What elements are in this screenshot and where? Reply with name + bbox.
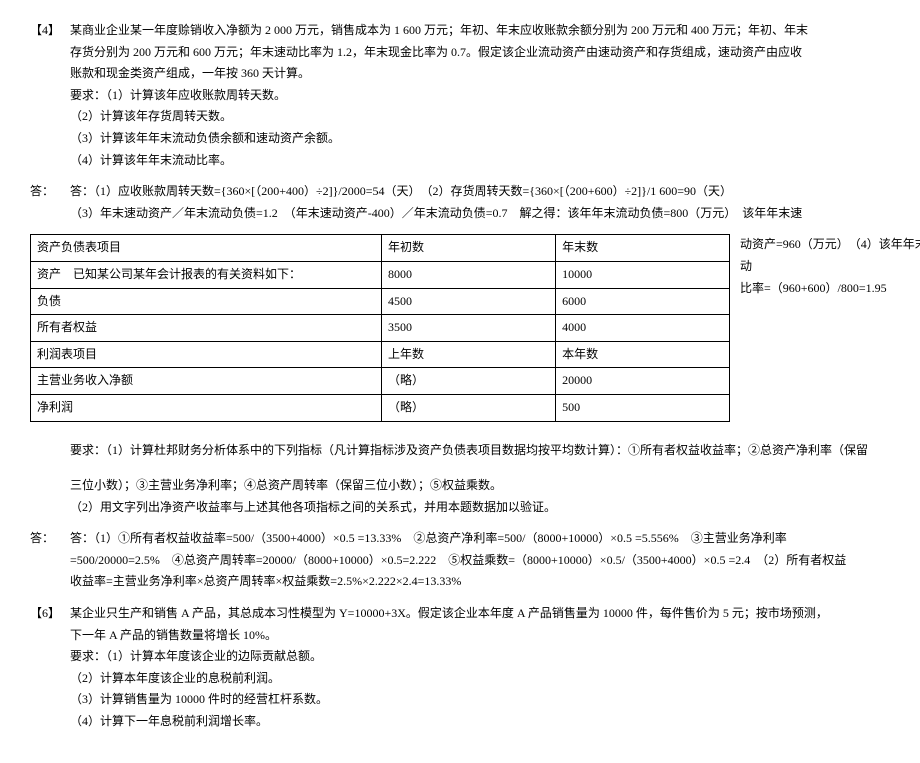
q5-body: 要求：（1）计算杜邦财务分析体系中的下列指标（凡计算指标涉及资产负债表项目数据均… xyxy=(70,440,890,519)
a4-label: 答： xyxy=(30,181,54,203)
a4-line: 答：（1）应收账款周转天数={360×[（200+400）÷2]}/2000=5… xyxy=(70,181,890,203)
table-row: 资产 已知某公司某年会计报表的有关资料如下： 8000 10000 xyxy=(31,261,730,288)
table-row: 负债 4500 6000 xyxy=(31,288,730,315)
q6-line: 要求：（1）计算本年度该企业的边际贡献总额。 xyxy=(70,646,890,668)
q4-line: 要求：（1）计算该年应收账款周转天数。 xyxy=(70,85,890,107)
cell: 利润表项目 xyxy=(31,341,382,368)
cell: 10000 xyxy=(556,261,730,288)
question-5: 要求：（1）计算杜邦财务分析体系中的下列指标（凡计算指标涉及资产负债表项目数据均… xyxy=(30,440,890,519)
q4-line: 存货分别为 200 万元和 600 万元；年末速动比率为 1.2，年末现金比率为… xyxy=(70,42,890,64)
cell: 20000 xyxy=(556,368,730,395)
a5-line: =500/20000=2.5% ④总资产周转率=20000/（8000+1000… xyxy=(70,550,890,572)
question-6: 【6】 某企业只生产和销售 A 产品，其总成本习性模型为 Y=10000+3X。… xyxy=(30,603,890,733)
cell: 负债 xyxy=(31,288,382,315)
a5-body: 答：（1）①所有者权益收益率=500/（3500+4000）×0.5 =13.3… xyxy=(70,528,890,593)
cell: 年末数 xyxy=(556,235,730,262)
cell: （略） xyxy=(381,368,555,395)
q6-line: 某企业只生产和销售 A 产品，其总成本习性模型为 Y=10000+3X。假定该企… xyxy=(70,603,890,625)
table-row: 资产负债表项目 年初数 年末数 xyxy=(31,235,730,262)
cell: 6000 xyxy=(556,288,730,315)
cell: 资产负债表项目 xyxy=(31,235,382,262)
answer-4: 答： 答：（1）应收账款周转天数={360×[（200+400）÷2]}/200… xyxy=(30,181,890,224)
cell: 净利润 xyxy=(31,394,382,421)
q6-line: 下一年 A 产品的销售数量将增长 10%。 xyxy=(70,625,890,647)
q4-label: 【4】 xyxy=(30,20,60,42)
q4-line: （4）计算该年年末流动比率。 xyxy=(70,150,890,172)
q4-body: 某商业企业某一年度赊销收入净额为 2 000 万元，销售成本为 1 600 万元… xyxy=(70,20,890,171)
balance-table: 资产负债表项目 年初数 年末数 资产 已知某公司某年会计报表的有关资料如下： 8… xyxy=(30,234,730,421)
q4-line: 某商业企业某一年度赊销收入净额为 2 000 万元，销售成本为 1 600 万元… xyxy=(70,20,890,42)
cell: 500 xyxy=(556,394,730,421)
cell: （略） xyxy=(381,394,555,421)
q5-line: 三位小数）；③主营业务净利率；④总资产周转率（保留三位小数）；⑤权益乘数。 xyxy=(70,475,890,497)
a4-line: （3）年末速动资产／年末流动负债=1.2 （年末速动资产-400）／年末流动负债… xyxy=(70,203,890,225)
answer-5: 答： 答：（1）①所有者权益收益率=500/（3500+4000）×0.5 =1… xyxy=(30,528,890,593)
table-row: 利润表项目 上年数 本年数 xyxy=(31,341,730,368)
table-wrap: 动资产=960（万元） （4）该年年末流动 比率=（960+600）/800=1… xyxy=(30,234,890,421)
table-row: 所有者权益 3500 4000 xyxy=(31,315,730,342)
side-note: 动资产=960（万元） （4）该年年末流动 比率=（960+600）/800=1… xyxy=(740,234,920,299)
cell: 3500 xyxy=(381,315,555,342)
q6-body: 某企业只生产和销售 A 产品，其总成本习性模型为 Y=10000+3X。假定该企… xyxy=(70,603,890,733)
cell: 资产 已知某公司某年会计报表的有关资料如下： xyxy=(31,261,382,288)
table-row: 主营业务收入净额 （略） 20000 xyxy=(31,368,730,395)
q4-line: （3）计算该年年末流动负债余额和速动资产余额。 xyxy=(70,128,890,150)
q4-line: （2）计算该年存货周转天数。 xyxy=(70,106,890,128)
cell: 所有者权益 xyxy=(31,315,382,342)
cell: 主营业务收入净额 xyxy=(31,368,382,395)
cell: 4000 xyxy=(556,315,730,342)
a5-line: 收益率=主营业务净利率×总资产周转率×权益乘数=2.5%×2.222×2.4=1… xyxy=(70,571,890,593)
question-4: 【4】 某商业企业某一年度赊销收入净额为 2 000 万元，销售成本为 1 60… xyxy=(30,20,890,171)
cell: 本年数 xyxy=(556,341,730,368)
cell: 上年数 xyxy=(381,341,555,368)
cell: 8000 xyxy=(381,261,555,288)
table-row: 净利润 （略） 500 xyxy=(31,394,730,421)
side-line: 比率=（960+600）/800=1.95 xyxy=(740,278,920,300)
q6-line: （4）计算下一年息税前利润增长率。 xyxy=(70,711,890,733)
cell: 年初数 xyxy=(381,235,555,262)
a5-label: 答： xyxy=(30,528,54,550)
a5-line: 答：（1）①所有者权益收益率=500/（3500+4000）×0.5 =13.3… xyxy=(70,528,890,550)
side-line: 动资产=960（万元） （4）该年年末流动 xyxy=(740,234,920,277)
q6-label: 【6】 xyxy=(30,603,60,625)
q6-line: （3）计算销售量为 10000 件时的经营杠杆系数。 xyxy=(70,689,890,711)
q5-line: 要求：（1）计算杜邦财务分析体系中的下列指标（凡计算指标涉及资产负债表项目数据均… xyxy=(70,440,890,462)
q6-line: （2）计算本年度该企业的息税前利润。 xyxy=(70,668,890,690)
q4-line: 账款和现金类资产组成，一年按 360 天计算。 xyxy=(70,63,890,85)
q5-line: （2）用文字列出净资产收益率与上述其他各项指标之间的关系式，并用本题数据加以验证… xyxy=(70,497,890,519)
a4-body: 答：（1）应收账款周转天数={360×[（200+400）÷2]}/2000=5… xyxy=(70,181,890,224)
cell: 4500 xyxy=(381,288,555,315)
